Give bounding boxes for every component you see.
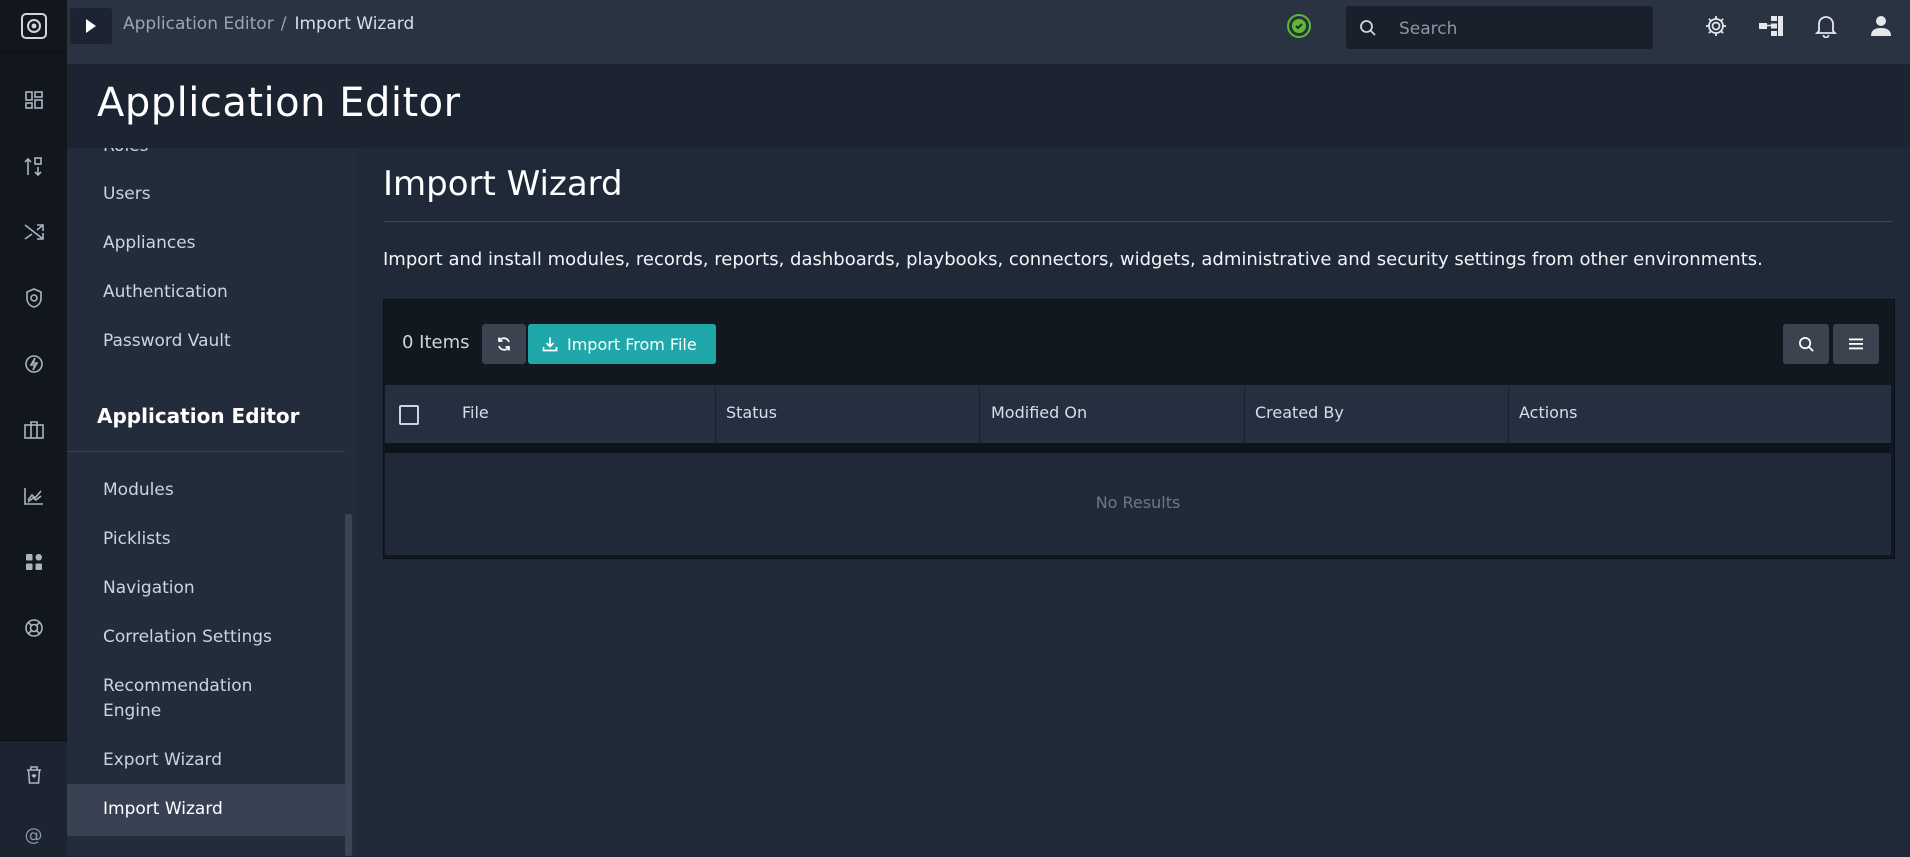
sidebar-item-password-vault[interactable]: Password Vault: [103, 329, 231, 354]
sidebar-item-export-wizard[interactable]: Export Wizard: [103, 748, 222, 773]
column-divider[interactable]: [1244, 385, 1245, 443]
grid-menu-button[interactable]: [1833, 324, 1879, 364]
column-header-status[interactable]: Status: [726, 403, 777, 422]
shuffle-icon[interactable]: [0, 212, 67, 252]
column-header-file[interactable]: File: [462, 403, 489, 422]
column-header-actions[interactable]: Actions: [1519, 403, 1577, 422]
column-divider[interactable]: [1508, 385, 1509, 443]
top-bar: Application Editor / Import Wizard: [67, 0, 1910, 65]
empty-state-text: No Results: [1095, 493, 1181, 512]
column-header-created-by[interactable]: Created By: [1255, 403, 1344, 422]
recycle-bin-icon[interactable]: [0, 755, 67, 795]
at-icon[interactable]: @: [0, 815, 67, 855]
left-rail: @: [0, 0, 68, 857]
shield-icon[interactable]: [0, 278, 67, 318]
settings-icon[interactable]: [1703, 13, 1729, 39]
page-title: Application Editor: [97, 80, 461, 126]
search-box: [1346, 6, 1653, 51]
select-all-checkbox[interactable]: [399, 405, 419, 425]
sidebar-divider: [67, 451, 345, 452]
sidebar-toggle-button[interactable]: [70, 8, 112, 44]
hierarchy-icon[interactable]: [1758, 13, 1784, 39]
rail-bottom: @: [0, 740, 67, 857]
column-divider[interactable]: [715, 385, 716, 443]
sidebar-item-navigation[interactable]: Navigation: [103, 576, 195, 601]
main-content: Import Wizard Import and install modules…: [355, 148, 1910, 856]
help-icon[interactable]: [0, 608, 67, 648]
user-icon[interactable]: [1868, 13, 1894, 39]
automation-icon[interactable]: [0, 344, 67, 384]
settings-sidebar: Roles Users Appliances Authentication Pa…: [67, 148, 358, 856]
sidebar-item-picklists[interactable]: Picklists: [103, 527, 171, 552]
sidebar-item-correlation-settings[interactable]: Correlation Settings: [103, 625, 272, 650]
notifications-icon[interactable]: [1813, 13, 1839, 39]
title-divider: [383, 221, 1893, 222]
sidebar-item-recommendation-engine[interactable]: Recommendation Engine: [103, 674, 273, 724]
import-button-label: Import From File: [567, 334, 697, 354]
sidebar-item-modules[interactable]: Modules: [103, 478, 174, 503]
status-indicator-icon[interactable]: [1286, 13, 1312, 39]
sidebar-item-roles[interactable]: Roles: [103, 148, 149, 159]
column-divider[interactable]: [979, 385, 980, 443]
table-header: File Status Modified On Created By Actio…: [385, 385, 1891, 443]
logo-icon: [20, 13, 47, 39]
table-body: No Results: [385, 453, 1891, 555]
refresh-icon: [498, 337, 510, 351]
apps-icon[interactable]: [0, 542, 67, 582]
column-header-modified-on[interactable]: Modified On: [991, 403, 1087, 422]
page-header: Application Editor: [67, 64, 1910, 149]
sidebar-scrollbar[interactable]: [345, 514, 352, 856]
breadcrumb-current: Import Wizard: [294, 14, 415, 34]
item-count: 0 Items: [402, 332, 470, 353]
grid-search-button[interactable]: [1783, 324, 1829, 364]
menu-icon: [1849, 338, 1863, 350]
sidebar-item-import-wizard[interactable]: Import Wizard: [103, 797, 223, 822]
breadcrumb-separator: /: [280, 14, 287, 34]
analytics-icon[interactable]: [0, 476, 67, 516]
search-icon: [1360, 20, 1376, 36]
search-icon: [1798, 336, 1814, 352]
import-grid: 0 Items Import From File File Status Mod…: [383, 299, 1895, 559]
refresh-button[interactable]: [482, 324, 526, 364]
dashboard-icon[interactable]: [0, 80, 67, 120]
section-title: Import Wizard: [383, 164, 623, 204]
download-icon: [542, 337, 558, 352]
queue-icon[interactable]: [0, 146, 67, 186]
header-separator: [385, 443, 1891, 453]
section-description: Import and install modules, records, rep…: [383, 249, 1763, 270]
breadcrumb-parent[interactable]: Application Editor: [123, 14, 274, 34]
logo[interactable]: [0, 0, 67, 53]
sidebar-item-appliances[interactable]: Appliances: [103, 231, 196, 256]
sidebar-item-authentication[interactable]: Authentication: [103, 280, 228, 305]
search-input[interactable]: [1397, 6, 1641, 51]
sidebar-item-users[interactable]: Users: [103, 182, 151, 207]
play-icon: [86, 19, 96, 33]
import-from-file-button[interactable]: Import From File: [528, 324, 716, 364]
briefcase-icon[interactable]: [0, 410, 67, 450]
sidebar-section-title: Application Editor: [97, 404, 300, 428]
breadcrumb: Application Editor / Import Wizard: [123, 14, 414, 34]
